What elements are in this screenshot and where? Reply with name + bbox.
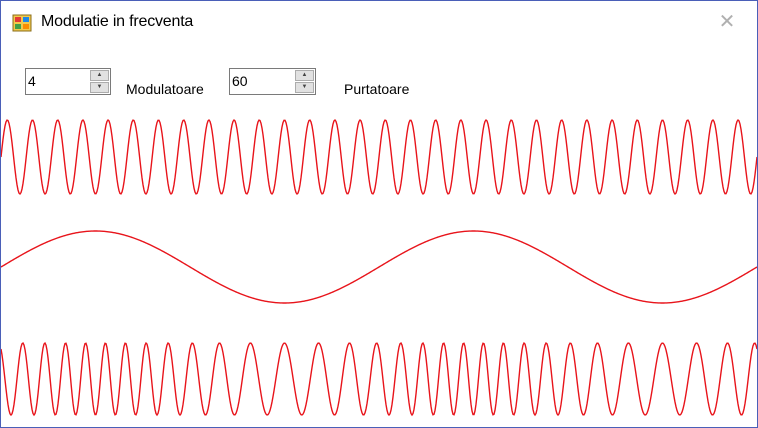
app-window: Modulatie in frecventa ✕ ▲ ▼ Modulatoare… [0,0,758,428]
fm-wave [1,341,757,417]
carrier-wave [1,118,757,196]
modulator-wave [1,230,757,304]
waveform-canvas [1,118,757,417]
